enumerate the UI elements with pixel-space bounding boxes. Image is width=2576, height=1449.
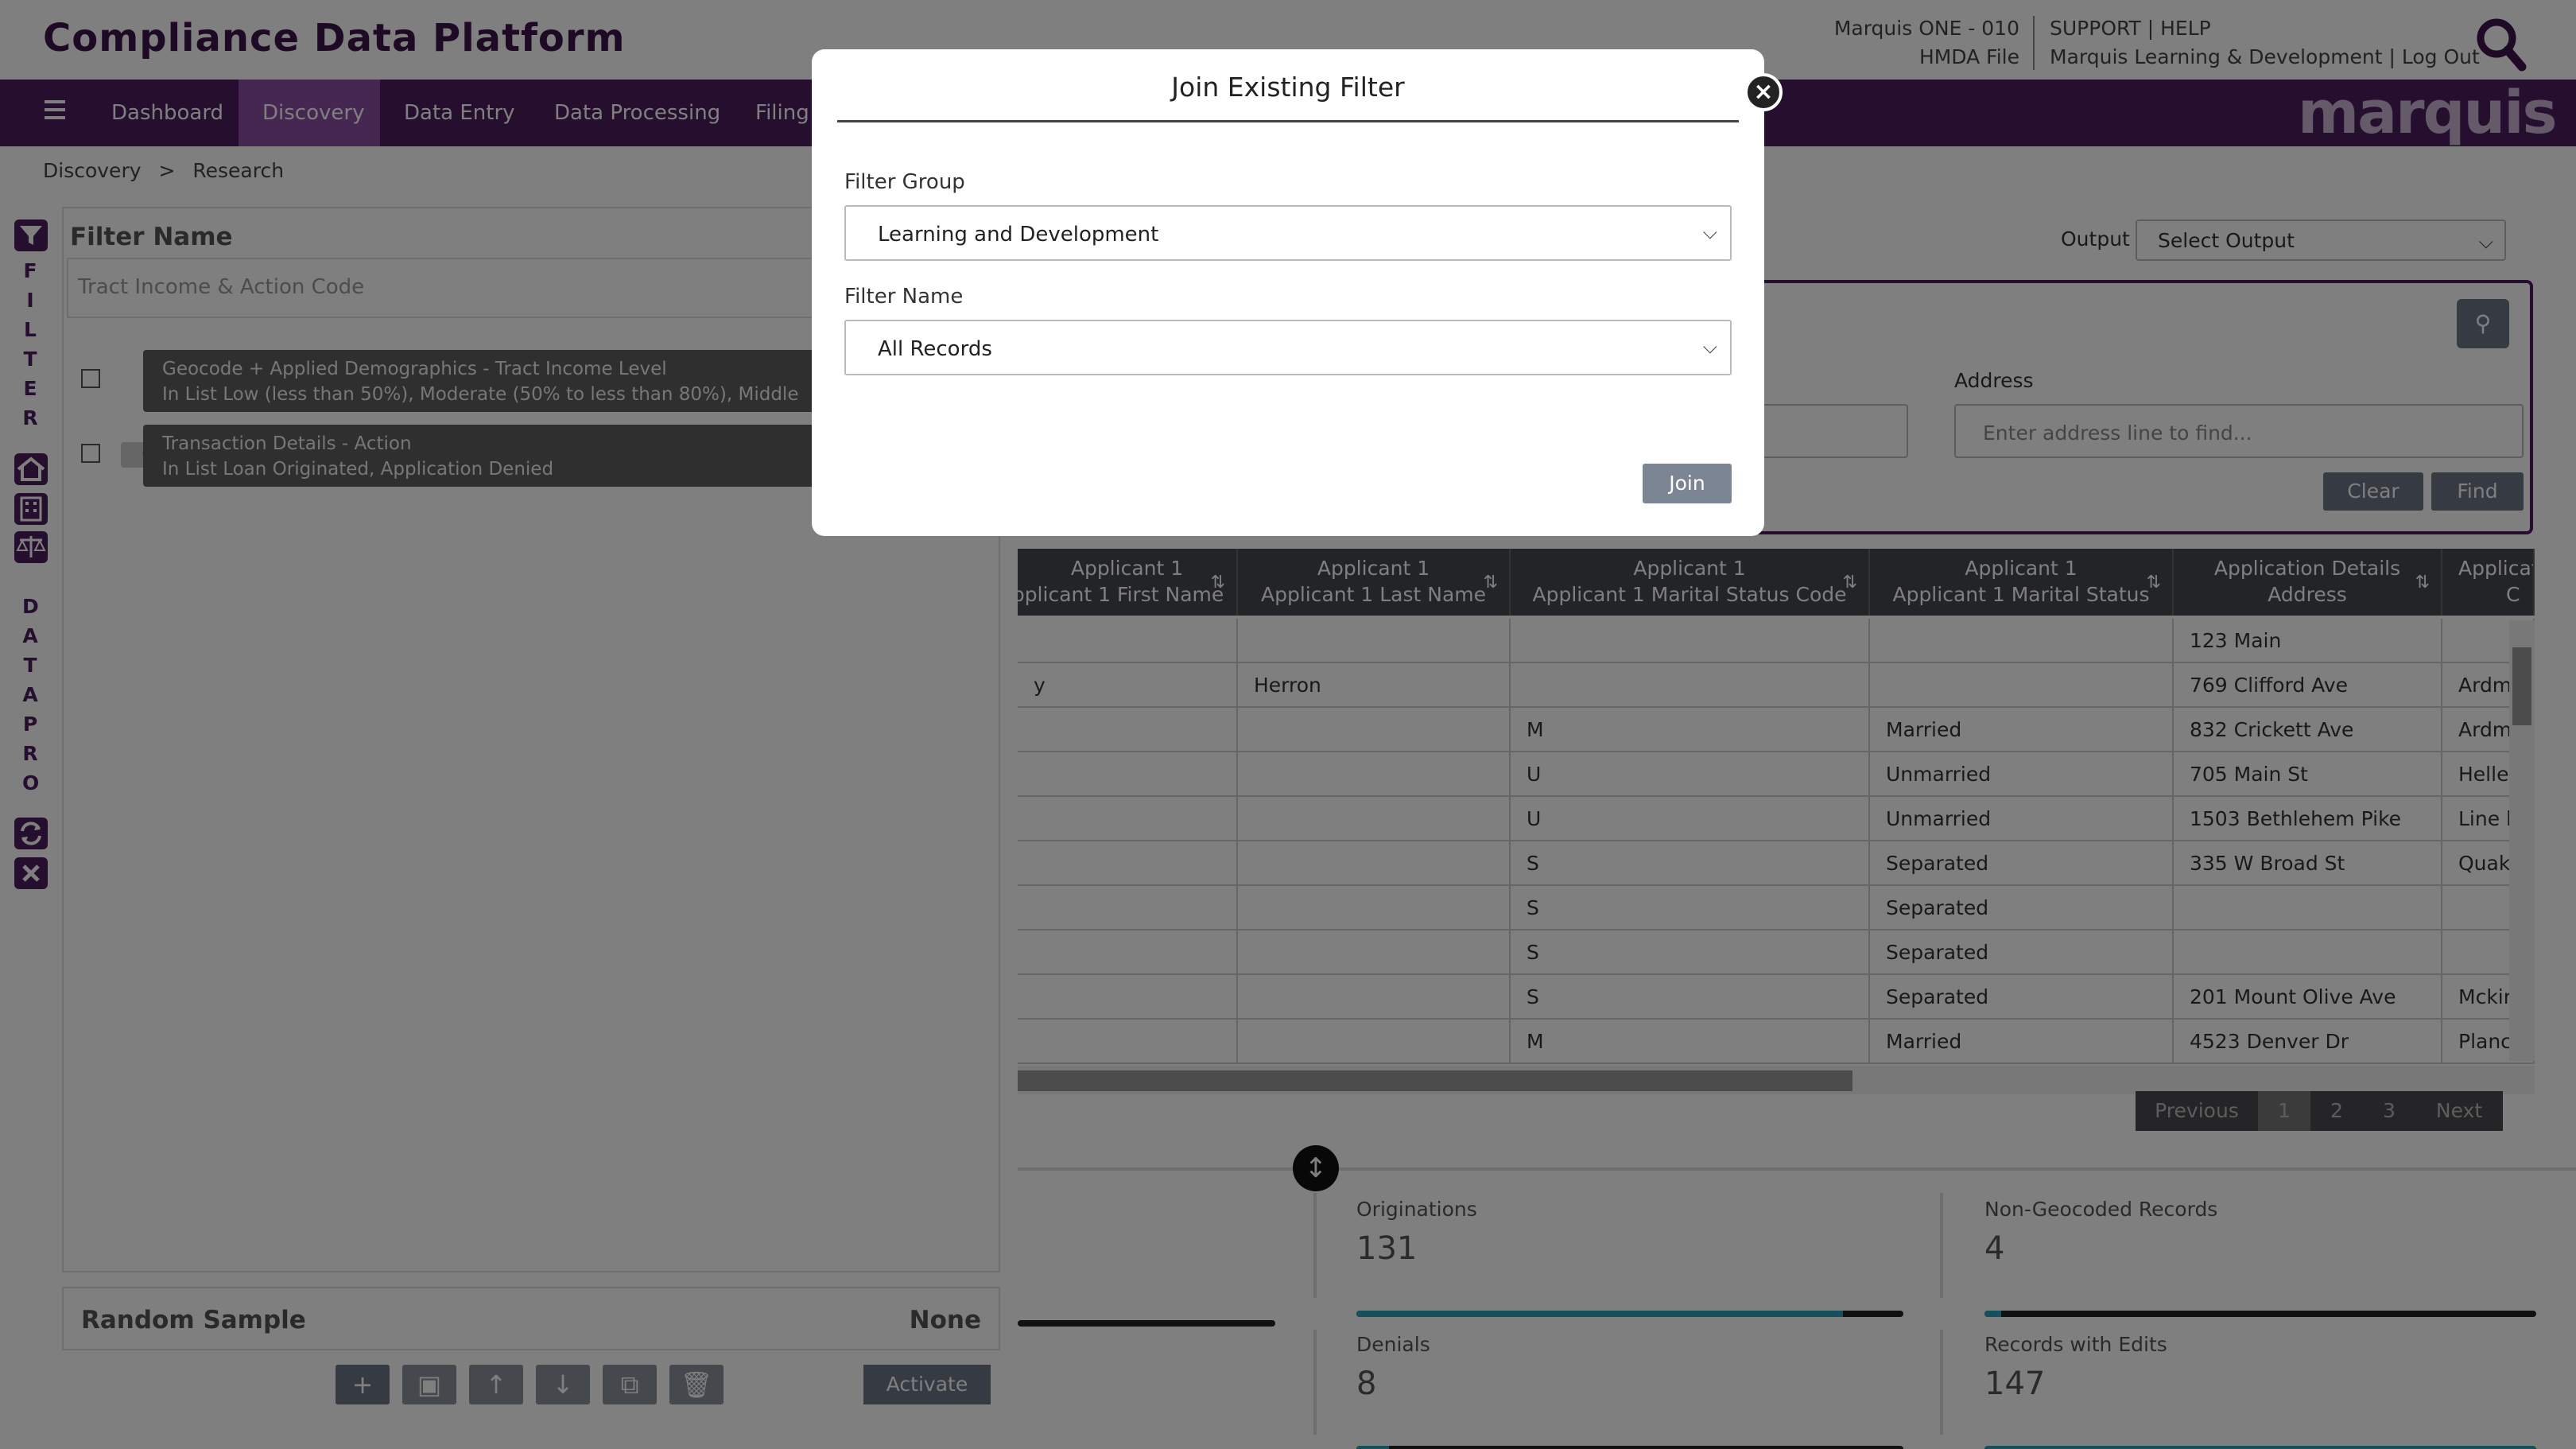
filter-name-select[interactable]: All Records ⌵ <box>844 320 1732 375</box>
chevron-down-icon: ⌵ <box>1702 221 1717 243</box>
filter-group-value: Learning and Development <box>878 223 1159 247</box>
close-icon[interactable]: × <box>1744 73 1783 111</box>
filter-group-label: Filter Group <box>844 170 965 194</box>
chevron-down-icon: ⌵ <box>1702 336 1717 358</box>
join-filter-dialog: Join Existing Filter Filter Group Learni… <box>812 49 1764 536</box>
filter-name-value: All Records <box>878 337 992 361</box>
join-button[interactable]: Join <box>1643 464 1732 503</box>
filter-group-select[interactable]: Learning and Development ⌵ <box>844 205 1732 261</box>
dialog-title: Join Existing Filter <box>837 72 1739 122</box>
filter-name-label: Filter Name <box>844 285 964 309</box>
